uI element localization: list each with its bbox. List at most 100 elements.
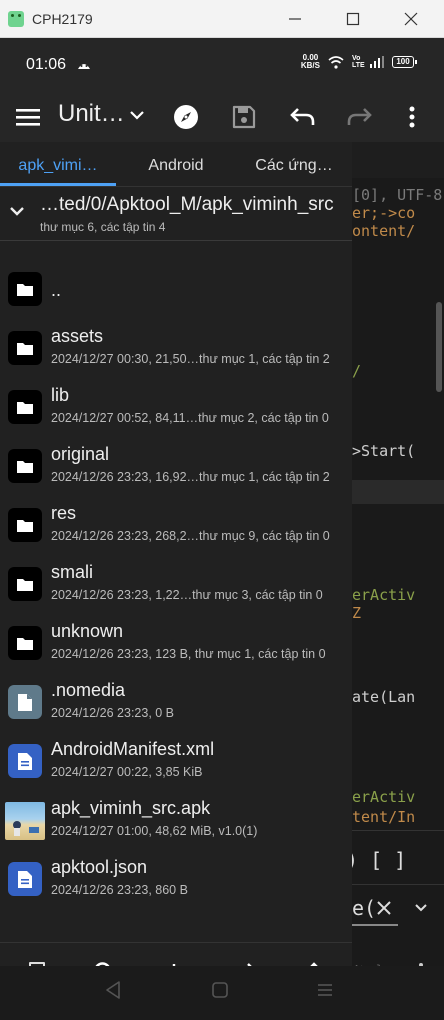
list-item[interactable]: .nomedia 2024/12/26 23:23, 0 B — [0, 673, 352, 732]
battery-icon: 100 — [392, 56, 417, 68]
home-icon[interactable] — [211, 980, 229, 1000]
window-title: CPH2179 — [32, 10, 93, 27]
editor-scrollbar[interactable] — [436, 302, 442, 392]
signal-icon — [370, 56, 384, 68]
app-window: CPH2179 [0], UTF-8 er;->co ontent/ / >St… — [0, 0, 444, 1020]
current-path: …ted/0/Apktool_M/apk_viminh_src — [40, 194, 334, 215]
file-meta: 2024/12/27 00:30, 21,50…thư mục 1, các t… — [51, 352, 330, 366]
menu-button[interactable] — [6, 92, 50, 142]
app-toolbar: Unit… — [0, 92, 444, 142]
list-item[interactable]: apktool.json 2024/12/26 23:23, 860 B — [0, 850, 352, 909]
minimize-button[interactable] — [266, 0, 324, 38]
navigate-button[interactable] — [164, 92, 208, 142]
document-title[interactable]: Unit… — [58, 100, 125, 128]
file-meta: 2024/12/27 01:00, 48,62 MiB, v1.0(1) — [51, 824, 258, 838]
editor-line: erActiv — [352, 788, 416, 806]
editor-line: [0], UTF-8 — [352, 186, 443, 204]
minimize-icon — [289, 18, 301, 20]
volte-label: Vo LTE — [352, 55, 365, 69]
folder-icon — [8, 508, 42, 542]
close-window-button[interactable] — [382, 0, 440, 38]
file-name: res — [51, 503, 77, 523]
list-item[interactable]: smali 2024/12/26 23:23, 1,22…thư mục 3, … — [0, 555, 352, 614]
file-meta: 2024/12/26 23:23, 0 B — [51, 706, 175, 720]
undo-icon — [290, 108, 315, 125]
path-summary: thư mục 6, các tập tin 4 — [40, 220, 166, 234]
clock: 01:06 — [26, 56, 67, 73]
net-speed: 0.00 KB/S — [301, 54, 320, 70]
search-input-fragment[interactable]: e( — [352, 896, 376, 920]
document-icon — [8, 862, 42, 896]
recents-icon[interactable] — [316, 980, 334, 1000]
chevron-down-icon[interactable] — [8, 205, 26, 219]
editor-line: erActiv — [352, 586, 416, 604]
folder-icon — [8, 331, 42, 365]
file-name: .. — [51, 280, 62, 300]
file-name: assets — [51, 326, 104, 346]
path-bar[interactable]: …ted/0/Apktool_M/apk_viminh_src thư mục … — [0, 187, 352, 241]
folder-icon — [8, 626, 42, 660]
redo-button[interactable] — [338, 92, 382, 142]
editor-line: ate(Lan — [352, 688, 416, 706]
editor-line: / — [352, 362, 362, 380]
file-meta: 2024/12/27 00:52, 84,11…thư mục 2, các t… — [51, 411, 329, 425]
file-name: smali — [51, 562, 94, 582]
editor-line: ontent/ — [352, 222, 416, 240]
list-item[interactable]: unknown 2024/12/26 23:23, 123 B, thư mục… — [0, 614, 352, 673]
net-speed-unit: KB/S — [300, 61, 320, 70]
undo-button[interactable] — [280, 92, 324, 142]
file-meta: 2024/12/26 23:23, 16,92…thư mục 1, các t… — [51, 470, 330, 484]
file-drawer: apk_vimi… Android Các ứng… …ted/0/Apktoo… — [0, 142, 352, 1002]
list-item[interactable]: assets 2024/12/27 00:30, 21,50…thư mục 1… — [0, 319, 352, 378]
compass-icon — [174, 105, 198, 129]
list-item[interactable]: AndroidManifest.xml 2024/12/27 00:22, 3,… — [0, 732, 352, 791]
maximize-icon — [346, 12, 360, 26]
file-name: lib — [51, 385, 70, 405]
list-item[interactable]: original 2024/12/26 23:23, 16,92…thư mục… — [0, 437, 352, 496]
close-icon — [404, 12, 418, 26]
wifi-icon — [328, 55, 344, 69]
list-item[interactable]: apk_viminh_src.apk 2024/12/27 01:00, 48,… — [0, 791, 352, 850]
window-titlebar: CPH2179 — [0, 0, 444, 38]
apk-thumbnail-icon — [5, 802, 45, 840]
file-name: apk_viminh_src.apk — [51, 798, 211, 818]
tab-apps[interactable]: Các ứng… — [236, 142, 352, 186]
file-name: apktool.json — [51, 857, 148, 877]
more-options-button[interactable] — [392, 92, 432, 142]
clear-search-icon[interactable] — [376, 900, 392, 916]
list-item[interactable]: lib 2024/12/27 00:52, 84,11…thư mục 2, c… — [0, 378, 352, 437]
document-icon — [8, 744, 42, 778]
status-bar: 01:06 0.00 KB/S Vo LTE 100 — [0, 38, 444, 92]
folder-icon — [8, 272, 42, 306]
search-bar-divider — [352, 884, 444, 885]
tab-apk-viminh[interactable]: apk_vimi… — [0, 142, 116, 186]
editor-line: >Start( — [352, 442, 416, 460]
file-name: unknown — [51, 621, 124, 641]
symbol-bar[interactable]: ) [ ] — [346, 848, 406, 872]
folder-icon — [8, 390, 42, 424]
file-name: original — [51, 444, 110, 464]
editor-line: tent/In — [352, 808, 416, 826]
back-icon[interactable] — [104, 980, 122, 1000]
editor-line: er;->co — [352, 204, 416, 222]
editor-line: Z — [352, 604, 362, 622]
list-item-parent-dir[interactable]: .. — [0, 260, 352, 319]
tab-android[interactable]: Android — [118, 142, 234, 186]
maximize-button[interactable] — [324, 0, 382, 38]
save-button[interactable] — [222, 92, 266, 142]
drawer-tabs: apk_vimi… Android Các ứng… — [0, 142, 352, 186]
search-underline — [352, 924, 398, 926]
file-name: .nomedia — [51, 680, 126, 700]
file-meta: 2024/12/26 23:23, 860 B — [51, 883, 188, 897]
file-name: AndroidManifest.xml — [51, 739, 215, 759]
symbol-bar-divider — [352, 830, 444, 831]
code-editor-background: [0], UTF-8 er;->co ontent/ / >Start( erA… — [346, 178, 444, 1008]
redo-icon — [347, 108, 372, 125]
list-item[interactable]: res 2024/12/26 23:23, 268,2…thư mục 9, c… — [0, 496, 352, 555]
current-line-highlight — [352, 480, 444, 504]
file-meta: 2024/12/27 00:22, 3,85 KiB — [51, 765, 203, 779]
system-nav-bar — [0, 966, 444, 1020]
chevron-down-icon[interactable] — [128, 106, 146, 124]
folder-icon — [8, 567, 42, 601]
chevron-down-icon[interactable] — [414, 902, 428, 914]
